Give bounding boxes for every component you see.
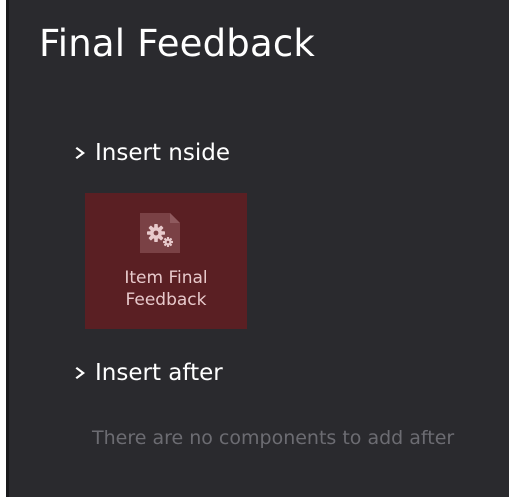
gears-document-icon <box>140 213 180 253</box>
section-insert-after-label: Insert after <box>95 360 223 386</box>
section-insert-after[interactable]: Insert after <box>75 360 223 386</box>
component-tile-label: Item Final Feedback <box>124 268 208 310</box>
components-panel: Final Feedback Insert nside Item Final F… <box>6 0 509 497</box>
section-insert-inside[interactable]: Insert nside <box>75 140 230 166</box>
chevron-right-icon <box>75 367 85 379</box>
component-tile-item-final-feedback[interactable]: Item Final Feedback <box>85 193 247 329</box>
chevron-right-icon <box>75 147 85 159</box>
panel-title: Final Feedback <box>39 22 316 65</box>
section-insert-inside-label: Insert nside <box>95 140 230 166</box>
no-components-message: There are no components to add after <box>92 427 455 449</box>
